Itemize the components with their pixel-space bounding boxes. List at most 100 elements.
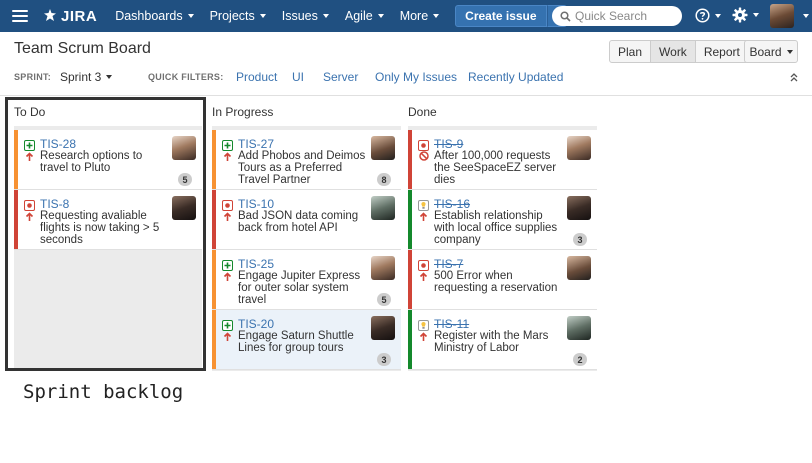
logo-text: JIRA <box>61 7 98 25</box>
nav-agile[interactable]: Agile <box>345 9 384 23</box>
priority-up-arrow-icon <box>223 331 232 345</box>
header-divider <box>0 95 812 96</box>
help-menu[interactable] <box>695 8 721 23</box>
chevron-down-icon <box>433 14 440 18</box>
assignee-avatar <box>567 316 591 340</box>
priority-up-arrow-icon <box>223 151 232 165</box>
plan-mode-button[interactable]: Plan <box>609 40 652 63</box>
issue-summary: Bad JSON data coming back from hotel API <box>238 210 359 234</box>
blocker-priority-icon <box>419 150 429 164</box>
priority-up-arrow-icon <box>419 331 428 345</box>
issue-key-link[interactable]: TIS-7 <box>434 257 463 271</box>
issue-summary: Add Phobos and Deimos Tours as a Preferr… <box>238 150 366 186</box>
quick-search[interactable] <box>552 6 682 26</box>
user-avatar[interactable] <box>770 4 794 28</box>
sprint-value: Sprint 3 <box>60 70 102 84</box>
quick-filter-recently-updated[interactable]: Recently Updated <box>468 70 563 84</box>
status-color-stripe <box>212 250 216 309</box>
quick-filters-label: QUICK FILTERS: <box>148 72 224 82</box>
story-points-badge: 2 <box>573 353 587 366</box>
assignee-avatar <box>371 196 395 220</box>
settings-menu[interactable] <box>732 7 759 23</box>
chevron-down-icon <box>753 13 759 17</box>
priority-up-arrow-icon <box>419 211 428 225</box>
sprint-label: SPRINT: <box>14 72 52 82</box>
bug-type-icon <box>418 260 429 271</box>
status-color-stripe <box>212 130 216 189</box>
issue-card[interactable]: TIS-9 After 100,000 requests the SeeSpace… <box>408 130 597 190</box>
chevron-down-icon <box>322 14 329 18</box>
chevron-down-icon[interactable] <box>803 14 809 18</box>
status-color-stripe <box>408 250 412 309</box>
nav-projects[interactable]: Projects <box>210 9 266 23</box>
assignee-avatar <box>371 316 395 340</box>
issue-key-link[interactable]: TIS-27 <box>238 137 274 151</box>
chevron-down-icon <box>259 14 266 18</box>
issue-key-link[interactable]: TIS-10 <box>238 197 274 211</box>
nav-issues-label: Issues <box>281 9 318 23</box>
issue-summary: Register with the Mars Ministry of Labor <box>434 330 549 354</box>
search-input[interactable] <box>575 9 675 23</box>
quick-filter-product[interactable]: Product <box>236 70 277 84</box>
issue-key-link[interactable]: TIS-11 <box>434 317 469 331</box>
nav-more-label: More <box>399 9 429 23</box>
status-color-stripe <box>212 190 216 249</box>
jira-logo[interactable]: JIRA <box>42 8 97 25</box>
assignee-avatar <box>371 136 395 160</box>
assignee-avatar <box>371 256 395 280</box>
report-mode-button[interactable]: Report <box>695 40 749 63</box>
quick-filter-ui[interactable]: UI <box>292 70 304 84</box>
chevron-down-icon <box>106 75 113 79</box>
issue-key-link[interactable]: TIS-16 <box>434 197 470 211</box>
status-color-stripe <box>408 310 412 369</box>
improvement-type-icon <box>418 320 429 331</box>
story-points-badge: 3 <box>377 353 391 366</box>
quick-filter-only-my-issues[interactable]: Only My Issues <box>375 70 457 84</box>
status-color-stripe <box>212 310 216 369</box>
issue-summary: 500 Error when requesting a reservation <box>434 270 558 294</box>
issue-key-link[interactable]: TIS-25 <box>238 257 274 271</box>
nav-projects-label: Projects <box>209 9 255 23</box>
story-type-icon <box>222 320 233 331</box>
issue-card[interactable]: TIS-27 Add Phobos and Deimos Tours as a P… <box>212 130 401 190</box>
top-navigation-bar: JIRA Dashboards Projects Issues Agile Mo… <box>0 0 812 32</box>
issue-card[interactable]: TIS-16 Establish relationship with local … <box>408 190 597 250</box>
create-issue-button[interactable]: Create issue <box>455 5 547 27</box>
assignee-avatar <box>567 136 591 160</box>
issue-card[interactable]: TIS-10 Bad JSON data coming back from hot… <box>212 190 401 250</box>
story-type-icon <box>222 260 233 271</box>
board-mode-switch: Plan Work Report <box>609 40 749 63</box>
chevron-down-icon <box>786 49 793 54</box>
improvement-type-icon <box>418 200 429 211</box>
app-switcher-menu-icon[interactable] <box>12 10 28 22</box>
chevron-down-icon <box>187 14 194 18</box>
issue-key-link[interactable]: TIS-9 <box>434 137 463 151</box>
issue-card[interactable]: TIS-25 Engage Jupiter Express for outer s… <box>212 250 401 310</box>
collapse-header-icon[interactable] <box>790 71 798 85</box>
issue-card[interactable]: TIS-20 Engage Saturn Shuttle Lines for gr… <box>212 310 401 370</box>
issue-summary: Engage Saturn Shuttle Lines for group to… <box>238 330 354 354</box>
issue-summary: After 100,000 requests the SeeSpaceEZ se… <box>434 150 557 186</box>
bug-type-icon <box>222 200 233 211</box>
status-color-stripe <box>408 190 412 249</box>
assignee-avatar <box>567 196 591 220</box>
work-mode-button[interactable]: Work <box>651 40 696 63</box>
issue-summary: Establish relationship with local office… <box>434 210 558 246</box>
board-menu-button[interactable]: Board <box>744 40 798 63</box>
issue-key-link[interactable]: TIS-20 <box>238 317 274 331</box>
priority-up-arrow-icon <box>223 271 232 285</box>
sprint-backlog-caption: Sprint backlog <box>23 381 184 403</box>
nav-dashboards[interactable]: Dashboards <box>115 9 194 23</box>
priority-up-arrow-icon <box>223 211 232 225</box>
assignee-avatar <box>567 256 591 280</box>
quick-filter-server[interactable]: Server <box>323 70 358 84</box>
issue-card[interactable]: TIS-11 Register with the Mars Ministry of… <box>408 310 597 370</box>
nav-more[interactable]: More <box>399 9 440 23</box>
issue-card[interactable]: TIS-7 500 Error when requesting a reserva… <box>408 250 597 310</box>
issue-summary: Engage Jupiter Express for outer solar s… <box>238 270 361 306</box>
sprint-selector[interactable]: Sprint 3 <box>60 70 113 84</box>
priority-up-arrow-icon <box>419 271 428 285</box>
nav-agile-label: Agile <box>344 9 373 23</box>
board-menu-label: Board <box>749 44 782 59</box>
nav-issues[interactable]: Issues <box>282 9 329 23</box>
